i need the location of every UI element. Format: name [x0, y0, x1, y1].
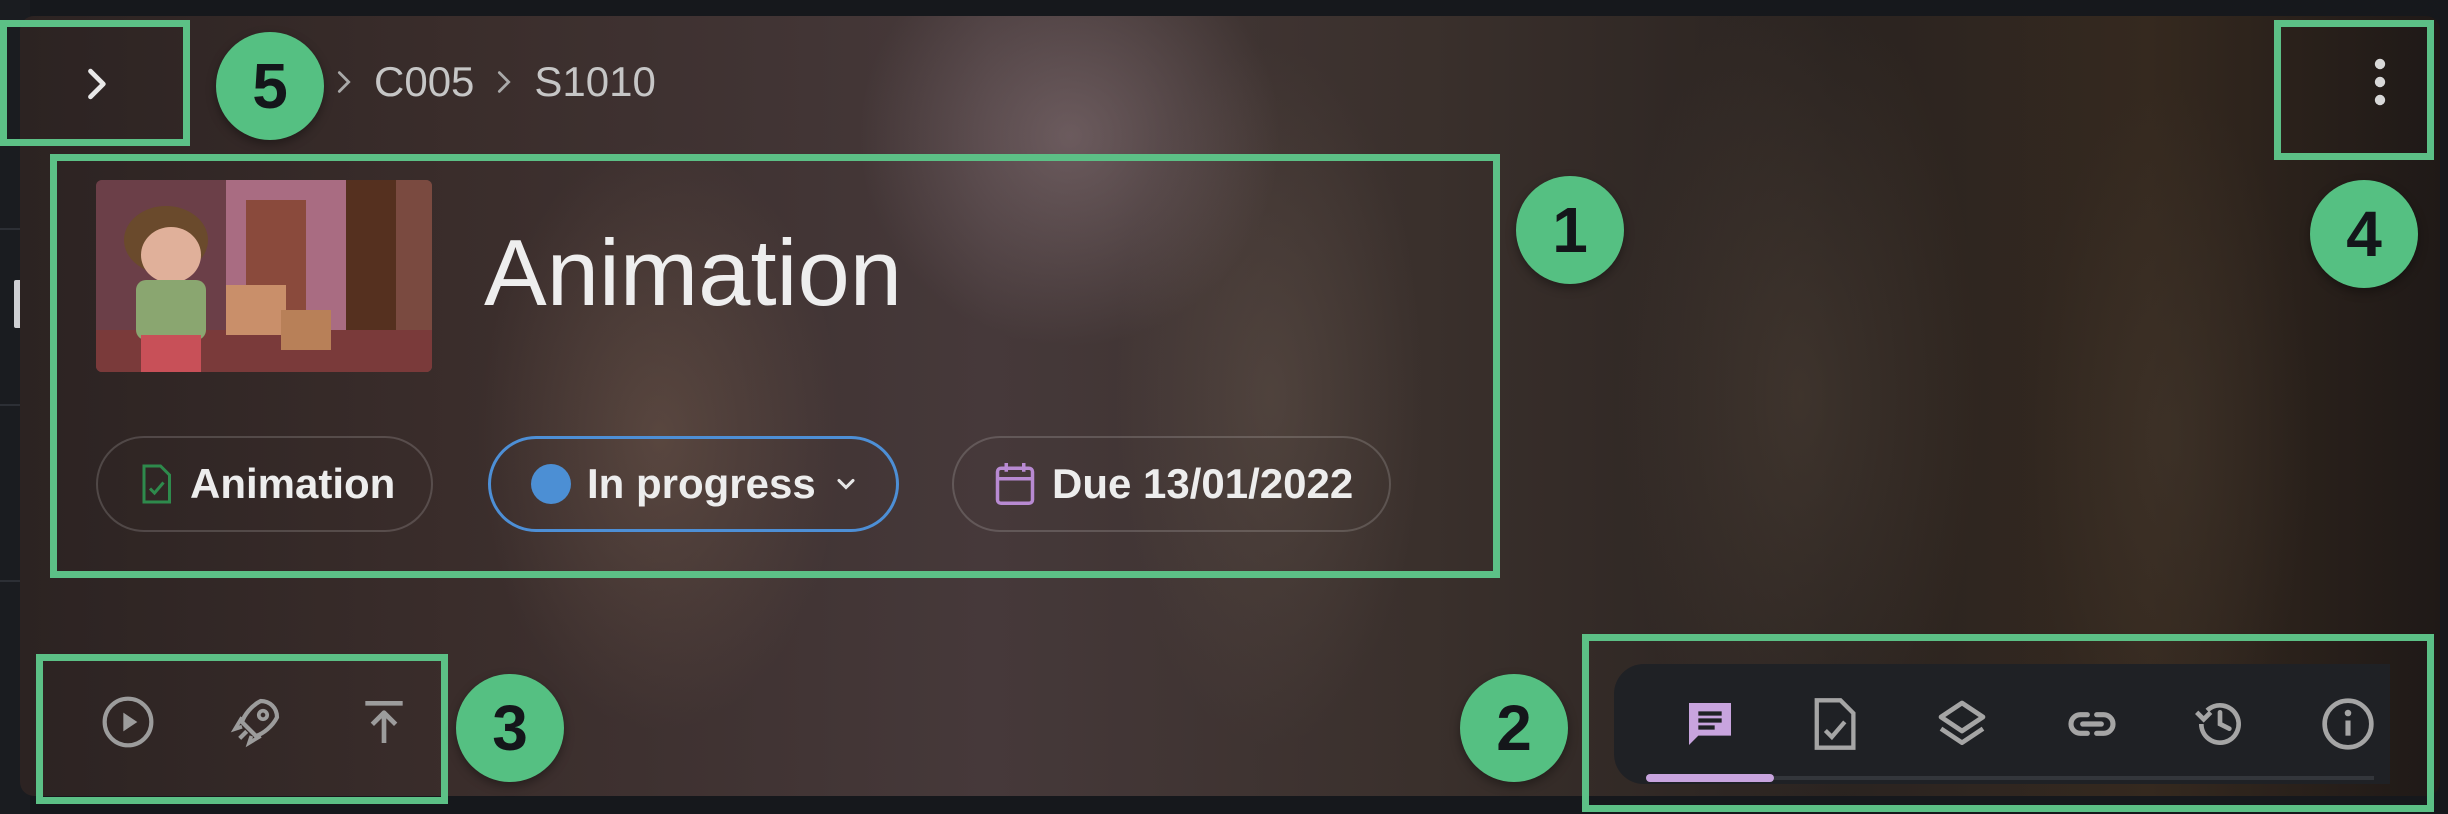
breadcrumb: C005 S1010 [330, 52, 656, 112]
callout-box-3 [36, 654, 448, 804]
callout-badge-2: 2 [1460, 674, 1568, 782]
breadcrumb-item[interactable]: S1010 [534, 58, 655, 106]
chevron-right-icon [337, 71, 351, 93]
callout-box-1 [50, 154, 1500, 578]
chevron-right-icon [498, 71, 512, 93]
breadcrumb-item[interactable]: C005 [374, 58, 474, 106]
callout-box-5 [0, 20, 190, 146]
callout-badge-5: 5 [216, 32, 324, 140]
callout-badge-1: 1 [1516, 176, 1624, 284]
callout-box-2 [1582, 634, 2434, 812]
callout-badge-3: 3 [456, 674, 564, 782]
callout-badge-4: 4 [2310, 180, 2418, 288]
callout-box-4 [2274, 20, 2434, 160]
